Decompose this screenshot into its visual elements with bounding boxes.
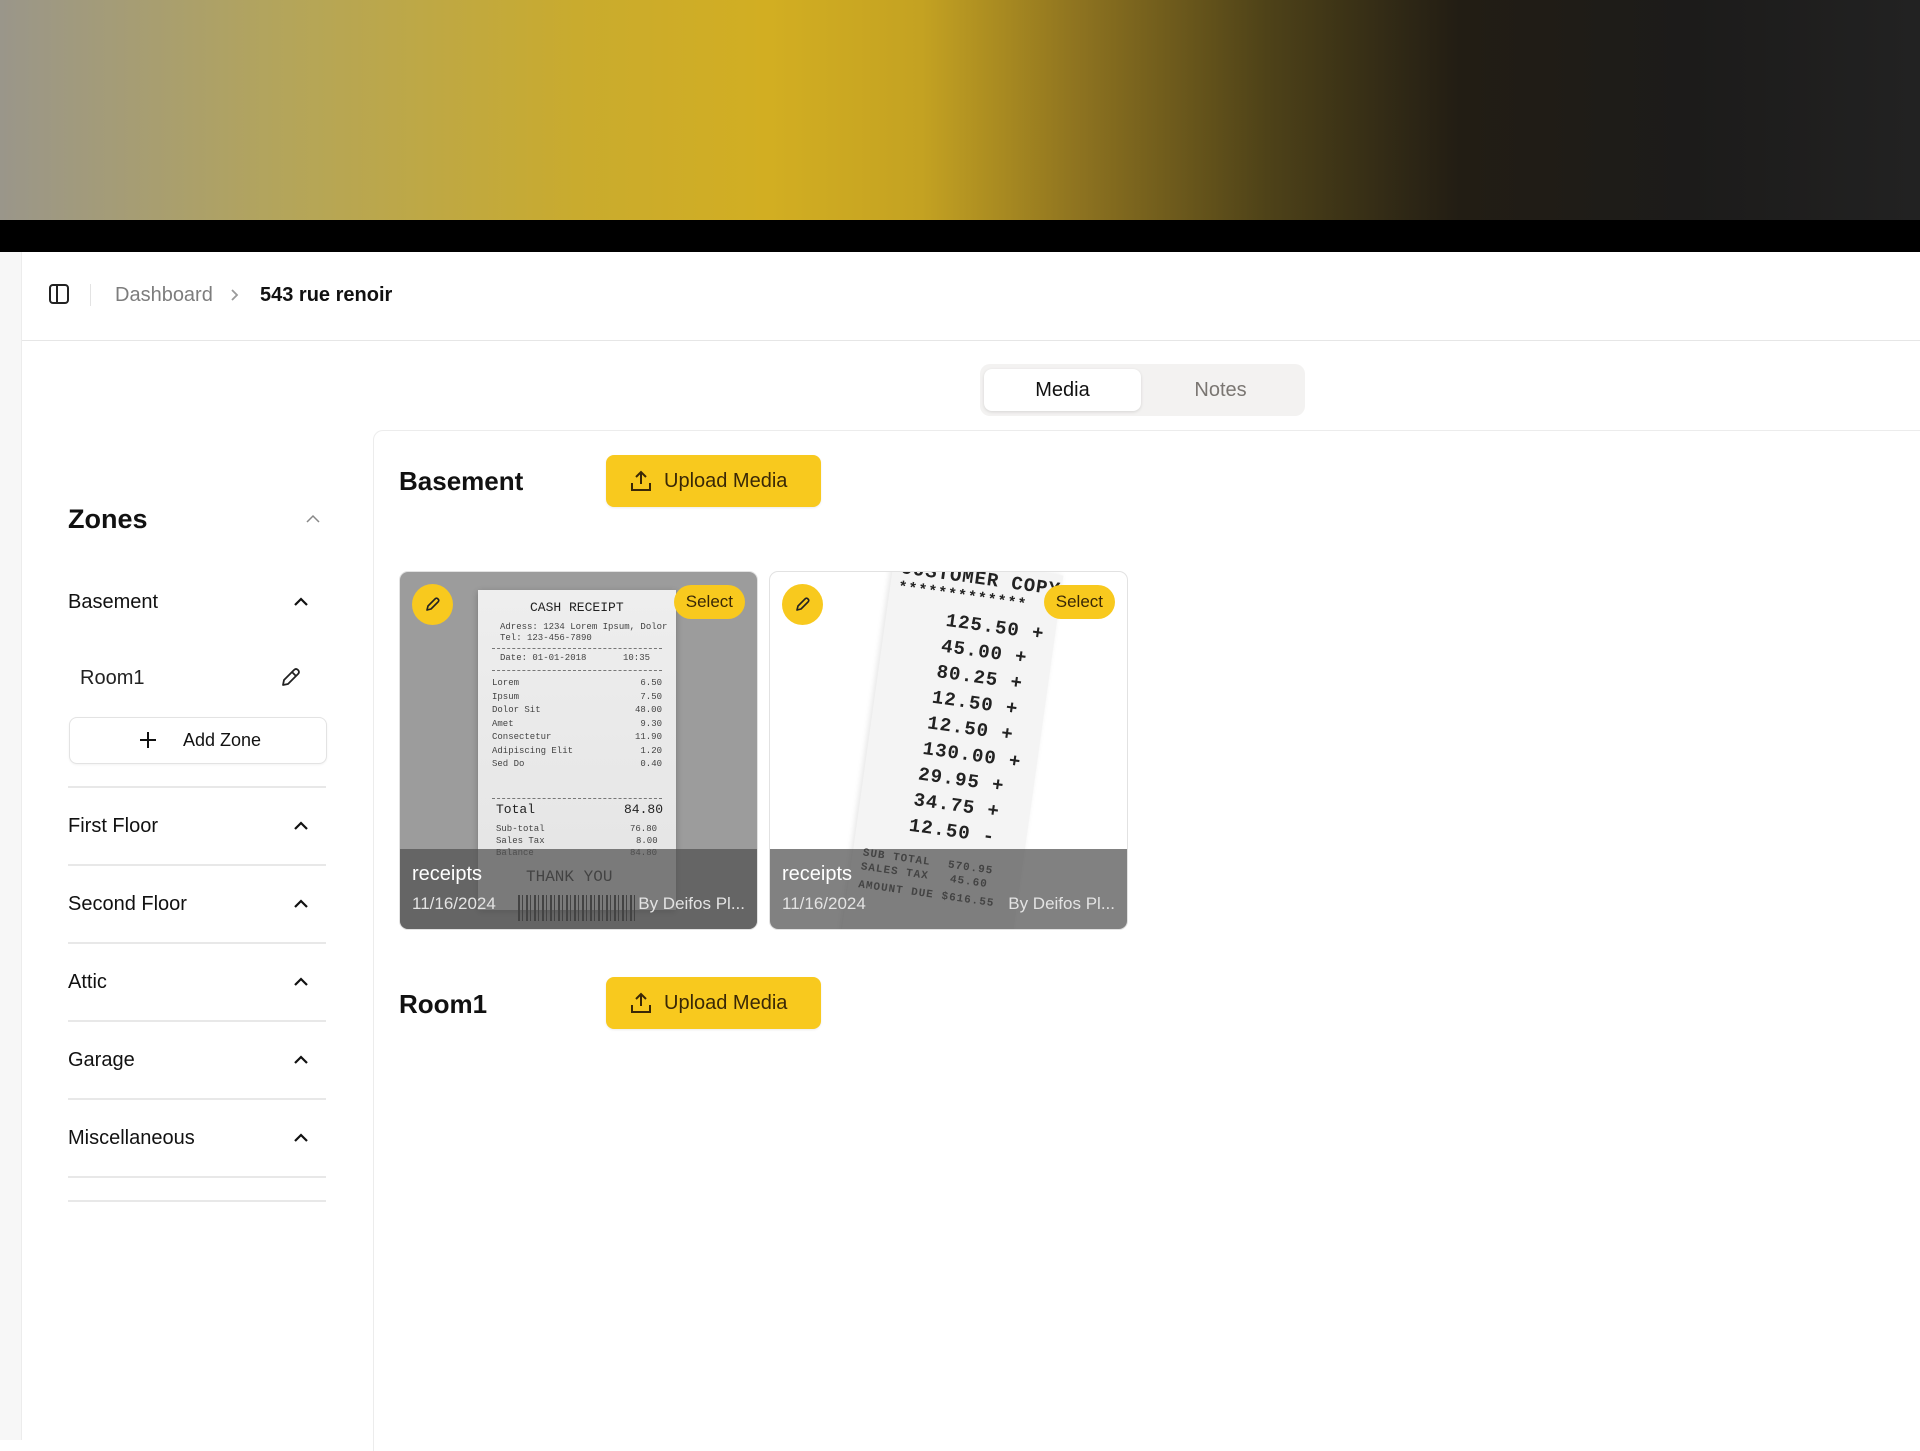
- receipt-subtotal: 76.80: [630, 824, 658, 834]
- media-author: By Deifos Pl...: [1008, 894, 1115, 913]
- chevron-up-icon: [292, 974, 310, 990]
- receipt-item-name: Amet: [492, 718, 514, 729]
- add-zone-button[interactable]: Add Zone: [69, 717, 327, 764]
- upload-media-label: Upload Media: [664, 470, 788, 492]
- view-tabs: Media Notes: [980, 364, 1305, 416]
- add-zone-label: Add Zone: [183, 730, 262, 750]
- divider: [68, 1200, 326, 1202]
- receipt-address: Adress: 1234 Lorem Ipsum, Dolor: [500, 622, 668, 632]
- receipt-total-label: Total: [496, 802, 536, 817]
- divider: [68, 864, 326, 866]
- zone-garage[interactable]: Garage: [68, 1040, 326, 1080]
- select-media-button[interactable]: Select: [1043, 585, 1115, 619]
- receipt-tel: Tel: 123-456-7890: [500, 633, 592, 643]
- header-divider: [90, 284, 91, 306]
- upload-media-label: Upload Media: [664, 992, 788, 1014]
- receipt-item-name: Sed Do: [492, 759, 525, 769]
- zone-label: Miscellaneous: [68, 1127, 195, 1149]
- chevron-up-icon: [292, 818, 310, 834]
- chevron-right-icon: [227, 283, 243, 307]
- media-panel: Basement Upload Media CASH RECEIPT Adres…: [373, 430, 1920, 1451]
- divider: [68, 942, 326, 944]
- chevron-up-icon[interactable]: [304, 510, 322, 528]
- receipt-subtotal-label: Sub-total: [496, 824, 545, 834]
- breadcrumb-dashboard-link[interactable]: Dashboard: [115, 282, 213, 308]
- media-card-info: receipts 11/16/2024 By Deifos Pl...: [400, 849, 757, 929]
- media-name: receipts: [412, 863, 483, 885]
- upload-icon: [630, 992, 652, 1014]
- receipt-item-name: Dolor Sit: [492, 705, 541, 715]
- tab-media[interactable]: Media: [984, 369, 1141, 411]
- upload-icon: [630, 470, 652, 492]
- zone-label: First Floor: [68, 815, 158, 837]
- upload-media-button[interactable]: Upload Media: [606, 977, 821, 1029]
- section-title-room1: Room1: [399, 989, 488, 1019]
- chevron-up-icon: [292, 1130, 310, 1146]
- dashed-divider: [492, 798, 662, 799]
- zone-label: Garage: [68, 1049, 135, 1071]
- receipt-item-name: Consectetur: [492, 732, 552, 742]
- divider: [68, 1176, 326, 1178]
- divider: [68, 1020, 326, 1022]
- receipt-item-name: Lorem: [492, 678, 520, 688]
- receipt-item-name: Ipsum: [492, 691, 520, 702]
- receipt-tax: 8.00: [636, 836, 658, 846]
- top-bar: [0, 220, 1920, 252]
- tab-notes[interactable]: Notes: [1142, 369, 1299, 411]
- page-header: Dashboard 543 rue renoir: [22, 252, 1920, 341]
- edit-media-button[interactable]: [782, 584, 823, 625]
- receipt-item-price: 48.00: [634, 705, 662, 715]
- media-date: 11/16/2024: [782, 894, 866, 913]
- media-card-info: receipts 11/16/2024 By Deifos Pl...: [770, 849, 1127, 929]
- divider: [68, 786, 326, 788]
- receipt-tax-label: Sales Tax: [496, 836, 545, 846]
- zone-label: Basement: [68, 591, 159, 613]
- chevron-up-icon: [292, 594, 310, 610]
- receipt-item-price: 9.30: [640, 718, 662, 729]
- hero-banner: [0, 0, 1920, 220]
- chevron-up-icon: [292, 896, 310, 912]
- zone-first-floor[interactable]: First Floor: [68, 806, 326, 846]
- breadcrumb-current: 543 rue renoir: [260, 284, 393, 306]
- upload-media-button[interactable]: Upload Media: [606, 455, 821, 507]
- media-author: By Deifos Pl...: [638, 894, 745, 913]
- plus-icon: [138, 730, 158, 750]
- receipt-time: 10:35: [623, 653, 651, 663]
- media-card[interactable]: CUSTOMER COPY ************* 125.50 +45.0…: [770, 572, 1127, 929]
- pencil-icon: [796, 597, 810, 611]
- receipt-heading: CASH RECEIPT: [530, 600, 624, 615]
- zone-attic[interactable]: Attic: [68, 962, 326, 1002]
- media-date: 11/16/2024: [412, 894, 496, 913]
- zone-label: Second Floor: [68, 893, 187, 915]
- receipt-item-price: 6.50: [640, 678, 662, 688]
- left-gutter: [0, 252, 22, 1440]
- edit-media-button[interactable]: [412, 584, 453, 625]
- select-media-button[interactable]: Select: [673, 585, 745, 619]
- media-card[interactable]: CASH RECEIPT Adress: 1234 Lorem Ipsum, D…: [400, 572, 757, 929]
- sidebar-toggle-icon[interactable]: [48, 283, 70, 305]
- dashed-divider: [492, 670, 662, 671]
- room-label: Room1: [80, 667, 145, 689]
- zones-title: Zones: [68, 504, 148, 534]
- receipt-item-price: 0.40: [640, 759, 662, 769]
- receipt-item-price: 11.90: [634, 732, 662, 742]
- zone-second-floor[interactable]: Second Floor: [68, 884, 326, 924]
- dashed-divider: [492, 648, 662, 649]
- chevron-up-icon: [292, 1052, 310, 1068]
- receipt-item-name: Adipiscing Elit: [492, 745, 574, 756]
- pencil-icon: [426, 597, 440, 611]
- pencil-icon[interactable]: [277, 665, 303, 691]
- zone-basement[interactable]: Basement: [68, 582, 326, 622]
- section-title-basement: Basement: [399, 466, 524, 496]
- zone-label: Attic: [68, 971, 107, 993]
- divider: [68, 1098, 326, 1100]
- media-name: receipts: [782, 863, 853, 885]
- receipt-item-price: 7.50: [640, 691, 662, 702]
- zone-miscellaneous[interactable]: Miscellaneous: [68, 1118, 326, 1158]
- receipt-date: Date: 01-01-2018: [500, 653, 587, 663]
- receipt-total: 84.80: [624, 802, 664, 817]
- receipt-item-price: 1.20: [640, 745, 662, 756]
- room-item-room1[interactable]: Room1: [68, 658, 326, 698]
